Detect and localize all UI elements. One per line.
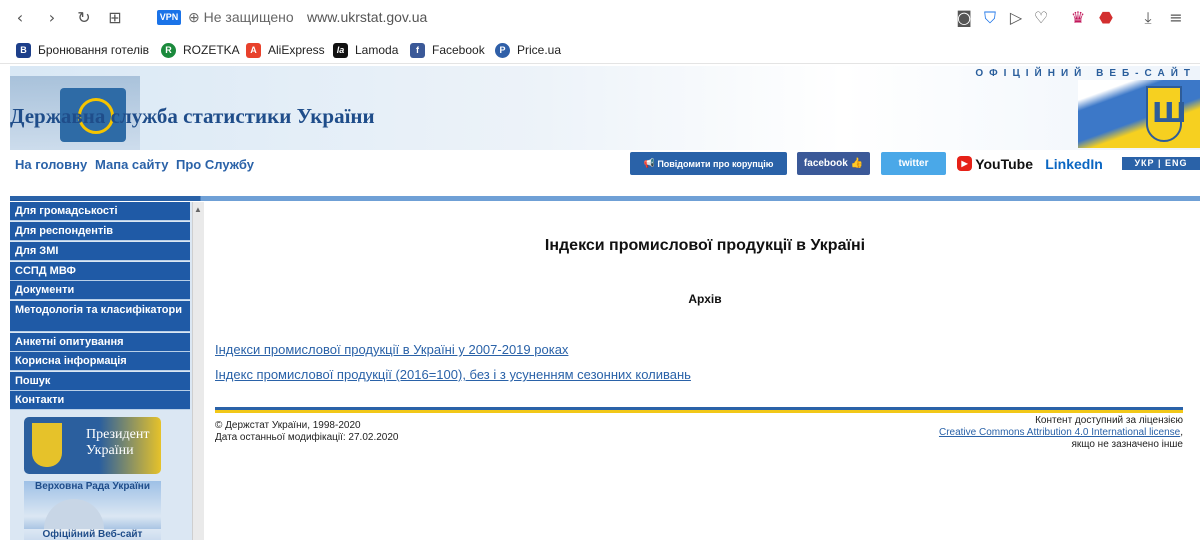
like-icon: 👍: [847, 158, 864, 169]
link-index-2016-seasonal[interactable]: Індекс промислової продукції (2016=100),…: [215, 367, 691, 382]
vpn-badge[interactable]: VPN: [157, 10, 181, 25]
bookmark-label: ROZETKA: [183, 43, 240, 57]
youtube-label: YouTube: [975, 155, 1033, 172]
priceua-icon: P: [495, 42, 510, 58]
sidebar-item-search[interactable]: Пошук: [10, 372, 190, 391]
linkedin-button[interactable]: LinkedIn: [1040, 152, 1108, 175]
license-prefix: Контент доступний за ліцензією: [1035, 415, 1183, 426]
sidebar-item-contacts[interactable]: Контакти: [10, 391, 190, 410]
rada-banner[interactable]: Верховна Рада України Офіційний Веб-сайт: [24, 481, 161, 540]
send-icon[interactable]: ▷: [1006, 8, 1026, 28]
sidebar-item-media[interactable]: Для ЗМІ: [10, 242, 190, 261]
megaphone-icon: 📢: [643, 158, 658, 168]
facebook-icon: f: [410, 42, 425, 58]
bookmark-priceua[interactable]: P Price.ua: [495, 41, 561, 59]
bookmark-facebook[interactable]: f Facebook: [410, 41, 485, 59]
reload-icon[interactable]: ↻: [74, 8, 94, 28]
license-link[interactable]: Creative Commons Attribution 4.0 Interna…: [939, 427, 1180, 438]
scroll-up-icon[interactable]: ▲: [194, 205, 202, 214]
bookmark-label: AliExpress: [268, 43, 325, 57]
trident-icon: [1146, 86, 1187, 142]
corruption-report-button[interactable]: 📢 Повідомити про корупцію: [630, 152, 787, 175]
facebook-label: facebook: [803, 158, 848, 169]
booking-icon: B: [16, 42, 31, 58]
nav-home[interactable]: На головну: [15, 157, 87, 172]
bookmark-label: Price.ua: [517, 43, 562, 57]
bookmark-label: Lamoda: [355, 43, 399, 57]
menu-icon[interactable]: ≡: [1166, 8, 1186, 28]
download-icon[interactable]: ⤓: [1138, 8, 1158, 28]
heart-icon[interactable]: ♡: [1031, 8, 1051, 28]
sidebar-item-methodology[interactable]: Методологія та класифікатори: [10, 301, 190, 332]
browser-toolbar: ‹ › ↻ ⊞ VPN ⊕ Не защищено www.ukrstat.go…: [0, 0, 1200, 36]
last-modified: Дата останньої модифікації: 27.02.2020: [215, 432, 399, 443]
license-suffix: якщо не зазначено інше: [1071, 439, 1183, 450]
security-indicator[interactable]: ⊕ Не защищено: [188, 9, 294, 26]
license-link-row: Creative Commons Attribution 4.0 Interna…: [938, 427, 1183, 438]
sidebar-item-useful-info[interactable]: Корисна інформація: [10, 352, 190, 371]
sidebar-item-sdds[interactable]: ССПД МВФ: [10, 262, 190, 281]
rada-label: Верховна Рада України: [34, 481, 150, 492]
copyright: © Держстат України, 1998-2020: [215, 420, 361, 431]
linkedin-label: LinkedIn: [1045, 155, 1103, 172]
grid-icon[interactable]: ⊞: [105, 8, 125, 28]
rozetka-icon: R: [161, 42, 176, 58]
sidebar-item-documents[interactable]: Документи: [10, 281, 190, 300]
aliexpress-icon: A: [246, 42, 261, 58]
bookmark-label: Бронювання готелів: [38, 43, 150, 57]
sidebar-item-respondents[interactable]: Для респондентів: [10, 222, 190, 241]
link-indices-2007-2019[interactable]: Індекси промислової продукції в Україні …: [215, 342, 568, 357]
nav-about[interactable]: Про Службу: [176, 157, 254, 172]
shield-icon[interactable]: ⛉: [980, 8, 1000, 28]
extension-icon[interactable]: ♛: [1068, 8, 1088, 28]
security-label: Не защищено: [203, 9, 294, 25]
archive-heading: Архів: [688, 292, 722, 306]
trident-icon: [32, 423, 62, 467]
bookmarks-bar: B Бронювання готелів R ROZETKA A AliExpress…: [0, 36, 1200, 64]
rada-official-label: Офіційний Веб-сайт: [24, 529, 161, 540]
sidebar-item-public[interactable]: Для громадськості: [10, 202, 190, 221]
bookmark-lamoda[interactable]: la Lamoda: [333, 41, 398, 59]
twitter-button[interactable]: twitter: [881, 152, 946, 175]
corruption-label: Повідомити про корупцію: [657, 158, 774, 169]
lamoda-icon: la: [333, 42, 348, 58]
camera-icon[interactable]: ◙: [954, 8, 974, 28]
bookmark-rozetka[interactable]: R ROZETKA: [161, 41, 240, 59]
footer-divider: [215, 407, 1183, 413]
twitter-label: twitter: [898, 158, 929, 169]
sidebar-item-surveys[interactable]: Анкетні опитування: [10, 333, 190, 352]
facebook-button[interactable]: facebook 👍: [797, 152, 870, 175]
play-icon: ▶: [957, 156, 973, 171]
youtube-button[interactable]: ▶ YouTube: [957, 152, 1033, 175]
adblock-icon[interactable]: ⬣: [1096, 8, 1116, 28]
page-title: Індекси промислової продукції в Україні: [544, 237, 866, 254]
site-title[interactable]: Державна служба статистики України: [10, 104, 375, 129]
bookmark-booking[interactable]: B Бронювання готелів: [16, 41, 149, 59]
nav-sitemap[interactable]: Мапа сайту: [95, 157, 168, 172]
header-divider: [10, 196, 1200, 201]
president-banner[interactable]: Президент України: [24, 417, 161, 474]
official-site-label: ОФІЦІЙНИЙ ВЕБ-САЙТ: [975, 68, 1196, 79]
back-icon[interactable]: ‹: [10, 8, 30, 28]
language-switcher[interactable]: УКР | ENG: [1122, 157, 1200, 170]
bookmark-label: Facebook: [432, 43, 485, 57]
sidebar-scrollbar[interactable]: ▲: [192, 202, 204, 540]
bookmark-aliexpress[interactable]: A AliExpress: [246, 41, 325, 59]
forward-icon[interactable]: ›: [42, 8, 62, 28]
address-bar[interactable]: www.ukrstat.gov.ua: [307, 9, 427, 25]
president-label: Президент України: [86, 427, 150, 458]
